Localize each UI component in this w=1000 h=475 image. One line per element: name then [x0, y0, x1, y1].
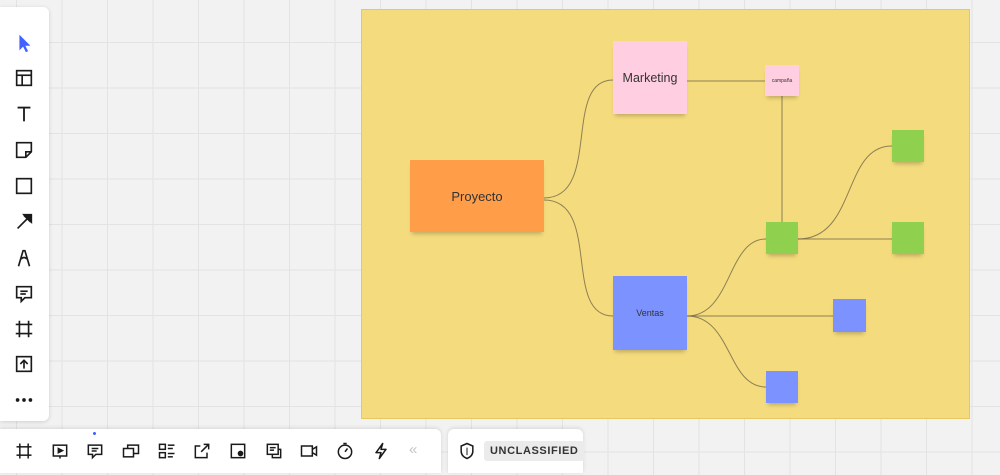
screenshot-icon[interactable]: [227, 440, 249, 462]
sticky-note-blue-right[interactable]: [833, 299, 866, 332]
select-cursor-icon[interactable]: [12, 31, 36, 55]
connector-green-greentop: [797, 145, 893, 240]
sticky-note-ventas[interactable]: Ventas: [613, 276, 687, 350]
share-external-icon[interactable]: [191, 440, 213, 462]
connector-ventas-green: [686, 238, 767, 317]
sticky-note-green-top[interactable]: [892, 130, 924, 162]
classification-panel: UNCLASSIFIED: [448, 429, 585, 473]
timer-icon[interactable]: [334, 440, 356, 462]
left-toolbar: [0, 7, 49, 421]
sticky-note-proyecto[interactable]: Proyecto: [410, 160, 544, 232]
connector-ventas-bluebottom: [686, 315, 767, 388]
more-icon[interactable]: [12, 388, 36, 412]
comment-icon[interactable]: [12, 282, 36, 306]
card-list-icon[interactable]: [156, 440, 178, 462]
shield-icon[interactable]: [457, 441, 477, 461]
board-frame[interactable]: Proyecto Marketing campaña Ventas: [361, 9, 970, 419]
sticky-note-blue-bottom[interactable]: [766, 371, 798, 403]
sticky-note-text: campaña: [771, 77, 793, 84]
connection-line-icon[interactable]: [12, 210, 36, 234]
sticky-note-green-right[interactable]: [892, 222, 924, 254]
upload-icon[interactable]: [12, 352, 36, 376]
templates-icon[interactable]: [12, 66, 36, 90]
shape-icon[interactable]: [12, 174, 36, 198]
presentation-icon[interactable]: [49, 440, 71, 462]
frames-icon[interactable]: [13, 440, 35, 462]
video-call-icon[interactable]: [298, 440, 320, 462]
sticky-note-icon[interactable]: [12, 138, 36, 162]
collapse-toolbar-button[interactable]: «: [409, 441, 417, 458]
pen-icon[interactable]: [12, 246, 36, 270]
comments-icon[interactable]: [84, 440, 106, 462]
lightning-icon[interactable]: [370, 440, 392, 462]
sticky-note-campana[interactable]: campaña: [765, 65, 799, 96]
frame-icon[interactable]: [12, 317, 36, 341]
text-icon[interactable]: [12, 102, 36, 126]
active-indicator: [93, 432, 96, 435]
sticky-note-text: Ventas: [636, 308, 664, 318]
sticky-note-text: Marketing: [622, 70, 678, 85]
sticky-note-green-mid[interactable]: [766, 222, 798, 254]
bottom-toolbar: «: [0, 429, 441, 473]
connector-proyecto-ventas: [543, 199, 614, 317]
sticky-note-marketing[interactable]: Marketing: [613, 41, 687, 114]
screen-share-icon[interactable]: [120, 440, 142, 462]
classification-badge[interactable]: UNCLASSIFIED: [484, 441, 585, 461]
connector-proyecto-marketing: [543, 79, 614, 199]
sticky-note-text: Proyecto: [451, 188, 503, 204]
chat-icon[interactable]: [263, 440, 285, 462]
